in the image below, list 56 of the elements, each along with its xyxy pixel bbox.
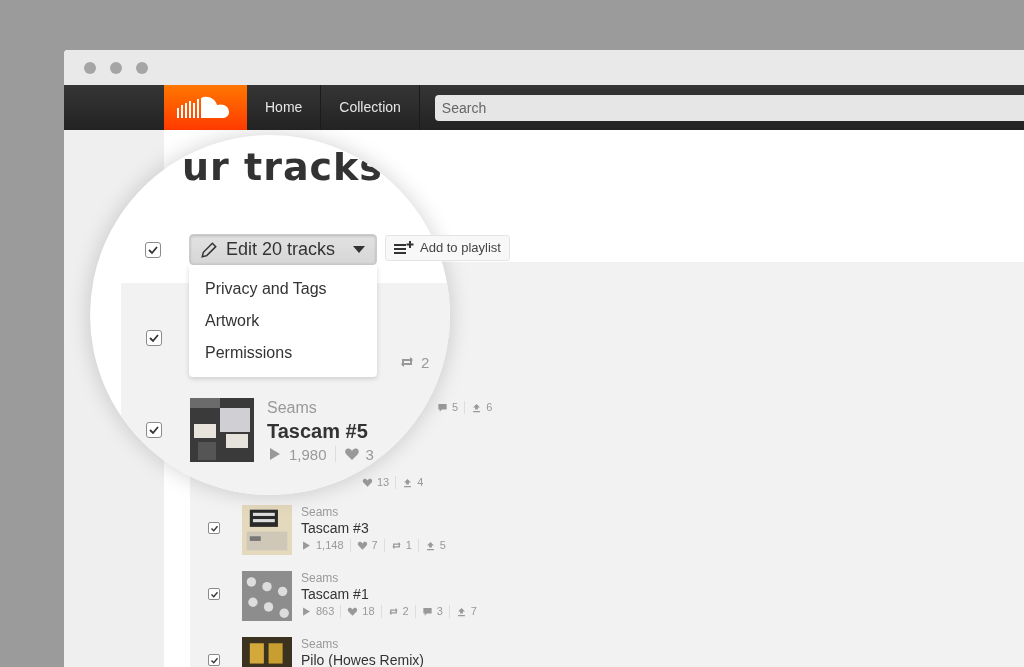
stat-count: 2 — [421, 355, 430, 369]
menu-item[interactable]: Artwork — [189, 305, 377, 337]
add-to-list-icon — [394, 241, 414, 255]
stat-count: 7 — [470, 605, 477, 618]
checkbox[interactable] — [146, 422, 162, 438]
checkbox[interactable] — [208, 588, 220, 600]
stat-count: 863 — [316, 605, 335, 618]
pencil-icon — [200, 240, 218, 259]
track-title[interactable]: Tascam #5 — [267, 418, 382, 444]
repost-icon — [390, 540, 402, 551]
stat-count: 6 — [486, 401, 493, 414]
checkbox[interactable] — [145, 241, 161, 258]
stat-count: 3 — [365, 447, 374, 461]
track-title[interactable]: Pilo (Howes Remix) — [301, 651, 424, 667]
download-icon — [471, 402, 483, 413]
heart-icon — [347, 606, 359, 617]
heart-icon — [356, 540, 368, 551]
menu-item[interactable]: Permissions — [189, 337, 377, 369]
download-icon — [455, 606, 467, 617]
stat-count: 7 — [371, 539, 378, 552]
download-icon — [424, 540, 436, 551]
logo-icon[interactable] — [164, 85, 247, 130]
comment-icon — [421, 606, 433, 617]
checkbox[interactable] — [146, 330, 162, 346]
checkmark-icon — [209, 523, 219, 533]
heart-icon — [343, 446, 360, 462]
add-to-playlist-button[interactable]: Add to playlist — [385, 235, 510, 261]
edit-tracks-button[interactable]: Edit 20 tracks — [189, 234, 377, 265]
repost-icon — [387, 606, 399, 617]
track-title[interactable]: Tascam #3 — [301, 519, 452, 537]
track-title[interactable]: Tascam #1 — [301, 585, 483, 603]
stat-count: 13 — [377, 476, 390, 489]
play-icon — [301, 540, 312, 551]
checkmark-icon — [209, 589, 219, 599]
stat-count: 5 — [452, 401, 459, 414]
stat-count: 1,980 — [289, 447, 327, 461]
caret-icon — [352, 245, 366, 254]
stat-count: 4 — [417, 476, 424, 489]
stat-count: 1 — [405, 539, 412, 552]
checkbox[interactable] — [208, 522, 220, 534]
checkmark-icon — [148, 424, 160, 436]
checkbox[interactable] — [208, 654, 220, 666]
stat-count: 18 — [362, 605, 375, 618]
menu-item[interactable]: Privacy and Tags — [189, 273, 377, 305]
page-heading: ur tracks — [182, 147, 384, 187]
stat-count: 2 — [402, 605, 409, 618]
stat-count: 3 — [436, 605, 443, 618]
heart-icon — [362, 477, 373, 488]
download-icon — [402, 477, 414, 488]
comment-icon — [437, 402, 448, 413]
stat-count: 1,148 — [316, 539, 344, 552]
play-icon — [301, 606, 312, 617]
stat-count: 5 — [439, 539, 446, 552]
search-field[interactable]: Search — [434, 94, 1024, 121]
checkmark-icon — [209, 655, 219, 665]
checkmark-icon — [148, 332, 160, 344]
